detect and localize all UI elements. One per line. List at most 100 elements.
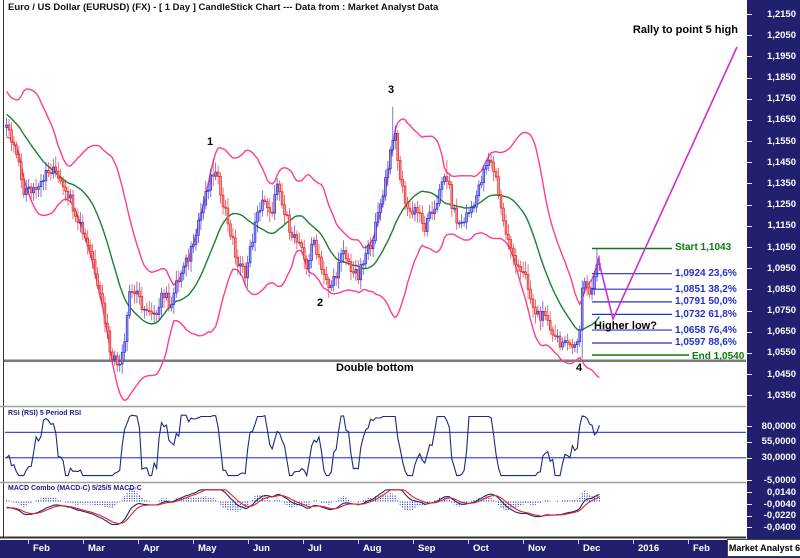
month-tick-mark <box>413 540 414 544</box>
month-label: Feb <box>33 543 50 554</box>
fib-end-label: End 1,0540 <box>692 351 744 362</box>
macd-axis-label: 0,0140 <box>767 487 796 498</box>
price-axis-label: 1,0850 <box>767 284 796 295</box>
month-label: Oct <box>473 543 489 554</box>
fib-level-label: 1,0791 50,0% <box>675 296 737 307</box>
month-label: Jun <box>253 543 270 554</box>
fib-start-label: Start 1,1043 <box>675 242 731 253</box>
axis-tick-mark <box>747 268 752 269</box>
rsi-axis-label: 30,0000 <box>762 452 796 463</box>
month-label: Mar <box>88 543 105 554</box>
month-label: Jul <box>308 543 322 554</box>
fib-level-label: 1,0597 88,6% <box>675 337 737 348</box>
price-axis-label: 1,1750 <box>767 93 796 104</box>
month-tick-mark <box>468 540 469 544</box>
price-axis-label: 1,1150 <box>767 220 796 231</box>
month-tick-mark <box>83 540 84 544</box>
axis-tick-mark <box>747 14 752 15</box>
month-label: Nov <box>528 543 546 554</box>
month-tick-mark <box>303 540 304 544</box>
wave-point-3: 3 <box>388 84 394 96</box>
price-axis-label: 1,2150 <box>767 9 796 20</box>
month-label: Feb <box>693 543 710 554</box>
price-axis-panel: 1,2150 1,2050 1,1950 1,1850 1,1750 1,1650 1,15… <box>747 0 800 540</box>
fib-level-label: 1,0924 23,6% <box>675 268 737 279</box>
axis-tick-mark <box>747 141 752 142</box>
rsi-panel-label: RSI (RSI) 5 Period RSI <box>8 410 81 417</box>
month-tick-mark <box>138 540 139 544</box>
axis-tick-mark <box>747 458 752 459</box>
rsi-axis-label: 80,0000 <box>762 421 796 432</box>
price-axis-label: 1,0350 <box>767 390 796 401</box>
axis-tick-mark <box>747 516 752 517</box>
month-label: Dec <box>583 543 600 554</box>
macd-axis-label: -0,0040 <box>764 499 796 510</box>
rsi-axis-label: 55,0000 <box>762 436 796 447</box>
fib-level-label: 1,0658 76,4% <box>675 325 737 336</box>
price-axis-label: 1,0950 <box>767 263 796 274</box>
month-tick-mark <box>358 540 359 544</box>
axis-tick-mark <box>747 442 752 443</box>
double-bottom-annotation: Double bottom <box>336 362 414 374</box>
price-axis-label: 1,1550 <box>767 136 796 147</box>
axis-tick-mark <box>747 162 752 163</box>
axis-tick-mark <box>747 99 752 100</box>
month-tick-mark <box>248 540 249 544</box>
macd-axis-label: -0,0220 <box>764 510 796 521</box>
axis-tick-mark <box>747 120 752 121</box>
axis-tick-mark <box>747 247 752 248</box>
price-axis-label: 1,1850 <box>767 72 796 83</box>
price-axis-label: 1,1050 <box>767 242 796 253</box>
month-label: Apr <box>143 543 159 554</box>
axis-tick-mark <box>747 78 752 79</box>
fib-level-label: 1,0732 61,8% <box>675 309 737 320</box>
time-axis-panel: Feb Mar Apr May Jun Jul Aug Sep Oct Nov Dec 2016 Feb <box>0 540 800 558</box>
month-tick-mark <box>688 540 689 544</box>
price-axis-label: 1,2050 <box>767 30 796 41</box>
axis-tick-mark <box>747 492 752 493</box>
axis-tick-mark <box>747 311 752 312</box>
month-label: Sep <box>418 543 435 554</box>
macd-axis-label: -0,0400 <box>764 522 796 533</box>
month-tick-mark <box>633 540 634 544</box>
axis-tick-mark <box>747 374 752 375</box>
axis-tick-mark <box>747 527 752 528</box>
price-axis-label: 1,0750 <box>767 305 796 316</box>
vendor-badge: Market Analyst 6 <box>727 539 800 557</box>
price-axis-label: 1,1350 <box>767 178 796 189</box>
month-tick-mark <box>523 540 524 544</box>
month-tick-mark <box>28 540 29 544</box>
month-label: May <box>198 543 216 554</box>
axis-tick-mark <box>747 226 752 227</box>
axis-tick-mark <box>747 205 752 206</box>
macd-panel-label: MACD Combo (MACD-C) 5/25/5 MACD-C <box>8 485 142 492</box>
wave-point-2: 2 <box>317 297 323 309</box>
price-axis-label: 1,0650 <box>767 326 796 337</box>
month-tick-mark <box>578 540 579 544</box>
wave-point-4: 4 <box>576 362 582 374</box>
axis-tick-mark <box>747 289 752 290</box>
axis-tick-mark <box>747 332 752 333</box>
price-axis-label: 1,0550 <box>767 347 796 358</box>
price-axis-label: 1,1950 <box>767 51 796 62</box>
month-label: 2016 <box>638 543 659 554</box>
axis-tick-mark <box>747 353 752 354</box>
fib-level-label: 1,0851 38,2% <box>675 284 737 295</box>
rally-annotation: Rally to point 5 high <box>620 24 738 36</box>
axis-tick-mark <box>747 504 752 505</box>
wave-point-1: 1 <box>207 136 213 148</box>
price-axis-label: 1,1450 <box>767 157 796 168</box>
price-axis-label: 1,1250 <box>767 199 796 210</box>
chart-title: Euro / US Dollar (EURUSD) (FX) - [ 1 Day… <box>8 2 438 13</box>
rsi-axis-label: -5,0000 <box>764 475 796 486</box>
axis-tick-mark <box>747 395 752 396</box>
price-axis-label: 1,1650 <box>767 114 796 125</box>
axis-tick-mark <box>747 426 752 427</box>
chart-window: Euro / US Dollar (EURUSD) (FX) - [ 1 Day… <box>0 0 800 558</box>
axis-tick-mark <box>747 480 752 481</box>
month-label: Aug <box>363 543 381 554</box>
axis-tick-mark <box>747 183 752 184</box>
month-tick-mark <box>193 540 194 544</box>
price-axis-label: 1,0450 <box>767 369 796 380</box>
higher-low-annotation: Higher low? <box>594 320 657 332</box>
